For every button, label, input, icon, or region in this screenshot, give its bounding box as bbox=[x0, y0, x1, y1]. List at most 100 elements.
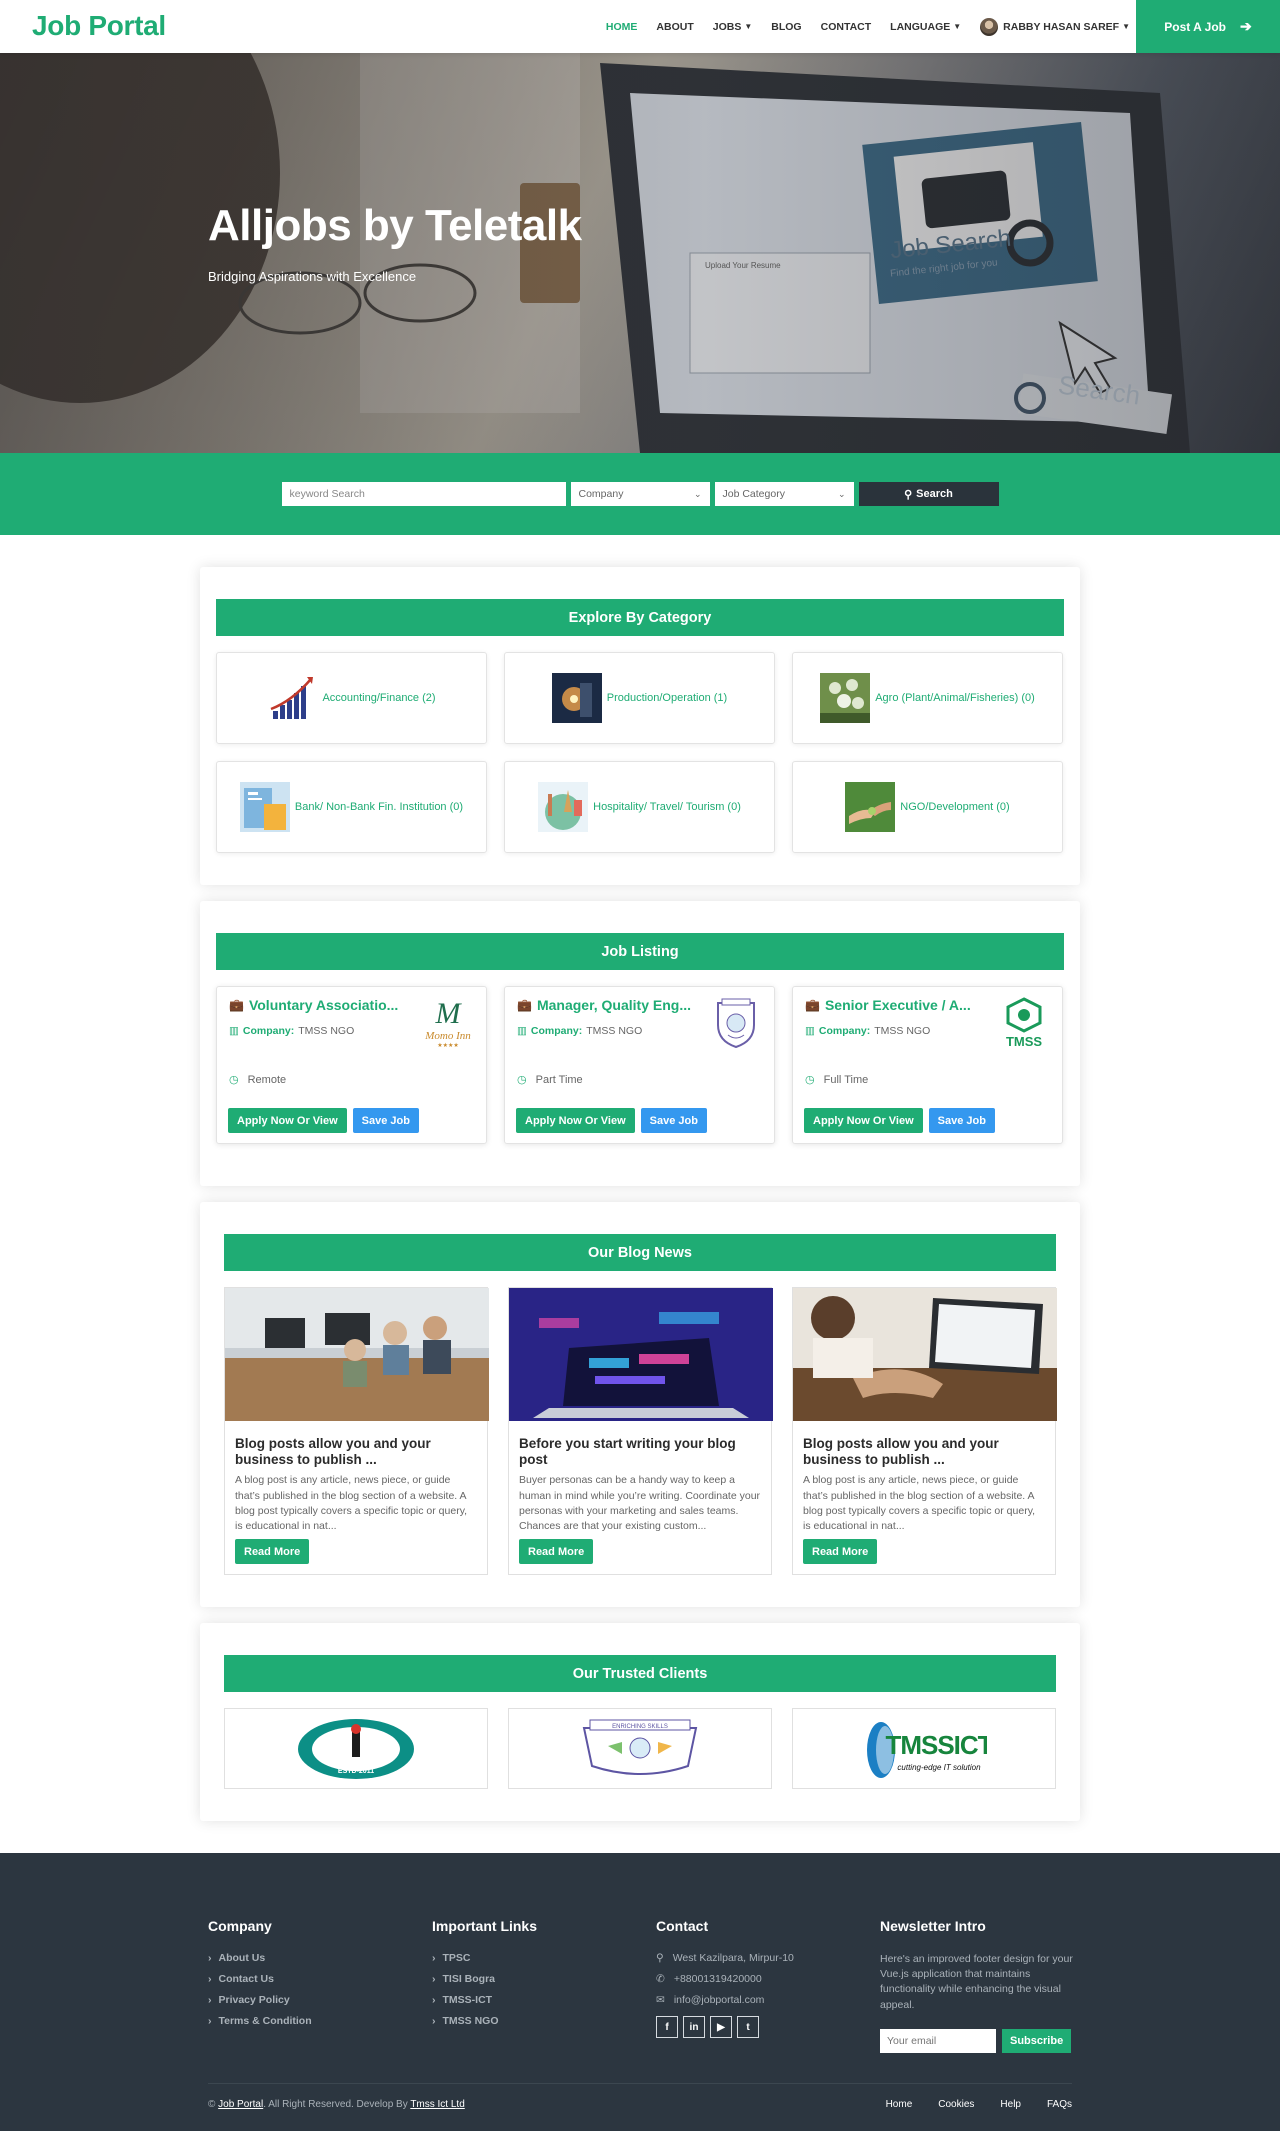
user-menu[interactable]: RABBY HASAN SAREF ▼ bbox=[980, 17, 1130, 36]
blog-heading: Our Blog News bbox=[224, 1234, 1056, 1271]
footer-divider bbox=[208, 2083, 1072, 2084]
skills-institute-logo: ENRICHING SKILLS bbox=[582, 1719, 698, 1775]
category-label: Bank/ Non-Bank Fin. Institution (0) bbox=[294, 801, 464, 813]
phone-text: +88001319420000 bbox=[673, 1973, 762, 1985]
footer-link-terms[interactable]: › Terms & Condition bbox=[208, 2015, 312, 2027]
blog-title: Blog posts allow you and your business t… bbox=[235, 1436, 431, 1468]
newsletter-text: Here's an improved footer design for you… bbox=[880, 1953, 1073, 2011]
footer-link-about[interactable]: › About Us bbox=[208, 1952, 312, 1964]
copyright-text: . All Right Reserved. Develop By bbox=[263, 2099, 408, 2110]
clock-icon: ◷ bbox=[805, 1074, 815, 1086]
post-job-button[interactable]: Post A Job ➔ bbox=[1136, 0, 1280, 53]
nav-language-dropdown[interactable]: LANGUAGE ▼ bbox=[890, 21, 961, 33]
job-category-select-value: Job Category bbox=[722, 488, 785, 500]
newsletter-email-input[interactable] bbox=[880, 2028, 996, 2053]
apply-button[interactable]: Apply Now Or View bbox=[228, 1108, 347, 1133]
blog-excerpt: A blog post is any article, news piece, … bbox=[803, 1474, 1036, 1533]
search-button[interactable]: ⚲ Search bbox=[858, 482, 999, 506]
category-label: Production/Operation (1) bbox=[606, 692, 728, 704]
email-text: info@jobportal.com bbox=[673, 1994, 765, 2006]
footer-phone: ✆ +88001319420000 bbox=[656, 1973, 794, 1985]
nav-about[interactable]: ABOUT bbox=[656, 21, 693, 33]
blog-section: Our Blog News Blog posts allow you and y… bbox=[200, 1202, 1080, 1607]
company-select[interactable]: Company ⌄ bbox=[570, 482, 710, 506]
category-card[interactable]: Agro (Plant/Animal/Fisheries) (0) bbox=[792, 652, 1063, 744]
company-label: Company: bbox=[530, 1025, 583, 1037]
svg-text:Momo Inn: Momo Inn bbox=[424, 1030, 471, 1042]
category-card[interactable]: Bank/ Non-Bank Fin. Institution (0) bbox=[216, 761, 487, 853]
client-logo-card: TMSSICT cutting-edge IT solution bbox=[792, 1708, 1056, 1789]
category-heading: Explore By Category bbox=[216, 599, 1064, 636]
footer-link-tmss-ict[interactable]: › TMSS-ICT bbox=[432, 1994, 537, 2006]
apply-button[interactable]: Apply Now Or View bbox=[804, 1108, 923, 1133]
category-label: Accounting/Finance (2) bbox=[322, 692, 436, 704]
nav-home[interactable]: HOME bbox=[606, 21, 638, 33]
client-logo-text: TMSSICT bbox=[885, 1730, 987, 1760]
category-card[interactable]: Accounting/Finance (2) bbox=[216, 652, 487, 744]
subscribe-button[interactable]: Subscribe bbox=[1002, 2028, 1072, 2053]
footer-link-contact[interactable]: › Contact Us bbox=[208, 1973, 312, 1985]
chevron-right-icon: › bbox=[208, 1973, 212, 1985]
chevron-right-icon: › bbox=[432, 2015, 436, 2027]
newsletter-form: Subscribe bbox=[880, 2028, 1080, 2053]
clients-section: Our Trusted Clients ESTD-2011 ENRICHING … bbox=[200, 1623, 1080, 1821]
blog-image-typing bbox=[793, 1288, 1057, 1421]
briefcase-icon: 💼 bbox=[805, 998, 820, 1012]
footer-link-tisi[interactable]: › TISI Bogra bbox=[432, 1973, 537, 1985]
nav-menu: HOME ABOUT JOBS ▼ BLOG CONTACT LANGUAGE ▼ … bbox=[606, 0, 1130, 53]
job-title: Senior Executive / A... bbox=[824, 997, 971, 1013]
keyword-search-input[interactable] bbox=[281, 482, 566, 506]
job-type: ◷ Full Time bbox=[805, 1073, 869, 1087]
chevron-down-icon: ▼ bbox=[953, 21, 962, 31]
nav-contact[interactable]: CONTACT bbox=[821, 21, 872, 33]
institute-crest-logo bbox=[717, 998, 755, 1049]
twitter-icon[interactable]: t bbox=[737, 2016, 759, 2038]
copyright-brand-link[interactable]: Job Portal bbox=[218, 2099, 263, 2110]
read-more-button[interactable]: Read More bbox=[803, 1539, 878, 1564]
footer-link-tmss-ngo[interactable]: › TMSS NGO bbox=[432, 2015, 537, 2027]
job-type: ◷ Remote bbox=[229, 1073, 286, 1087]
blog-excerpt: Buyer personas can be a handy way to kee… bbox=[519, 1474, 761, 1533]
footer-bottom-faqs[interactable]: FAQs bbox=[1047, 2099, 1072, 2110]
category-card[interactable]: Production/Operation (1) bbox=[504, 652, 775, 744]
building-icon: ▥ bbox=[517, 1025, 527, 1037]
job-type-label: Full Time bbox=[823, 1073, 869, 1086]
chevron-right-icon: › bbox=[208, 1952, 212, 1964]
footer-bottom-help[interactable]: Help bbox=[1000, 2099, 1021, 2110]
category-label: NGO/Development (0) bbox=[900, 801, 1010, 813]
read-more-button[interactable]: Read More bbox=[519, 1539, 594, 1564]
category-card[interactable]: Hospitality/ Travel/ Tourism (0) bbox=[504, 761, 775, 853]
nav-blog[interactable]: BLOG bbox=[771, 21, 801, 33]
finance-chart-icon bbox=[267, 673, 318, 723]
apply-button[interactable]: Apply Now Or View bbox=[516, 1108, 635, 1133]
save-job-button[interactable]: Save Job bbox=[928, 1108, 995, 1133]
job-title: Voluntary Associatio... bbox=[248, 997, 399, 1013]
youtube-icon[interactable]: ▶ bbox=[710, 2016, 732, 2038]
developer-link[interactable]: Tmss Ict Ltd bbox=[410, 2099, 464, 2110]
copyright: © Job Portal. All Right Reserved. Develo… bbox=[208, 2099, 465, 2110]
footer-important-heading: Important Links bbox=[432, 1918, 538, 1934]
company-name: TMSS NGO bbox=[586, 1025, 643, 1037]
category-card[interactable]: NGO/Development (0) bbox=[792, 761, 1063, 853]
footer-bottom-home[interactable]: Home bbox=[886, 2099, 913, 2110]
footer-bottom-cookies[interactable]: Cookies bbox=[938, 2099, 974, 2110]
phone-icon: ✆ bbox=[656, 1973, 665, 1985]
save-job-button[interactable]: Save Job bbox=[640, 1108, 707, 1133]
chevron-down-icon: ▼ bbox=[1122, 21, 1130, 31]
footer-company-column: Company › About Us › Contact Us › Privacy P… bbox=[208, 1918, 312, 2036]
blog-excerpt: A blog post is any article, news piece, … bbox=[235, 1474, 468, 1533]
job-actions: Apply Now Or View Save Job bbox=[516, 1108, 707, 1133]
read-more-button[interactable]: Read More bbox=[235, 1539, 310, 1564]
footer-address: ⚲ West Kazilpara, Mirpur-10 bbox=[656, 1952, 794, 1964]
nav-jobs-dropdown[interactable]: JOBS ▼ bbox=[713, 21, 753, 33]
nav-language-label: LANGUAGE bbox=[890, 20, 951, 33]
job-category-select[interactable]: Job Category ⌄ bbox=[714, 482, 854, 506]
facebook-icon[interactable]: f bbox=[656, 2016, 678, 2038]
save-job-button[interactable]: Save Job bbox=[352, 1108, 419, 1133]
hero-title: Alljobs by Teletalk bbox=[208, 201, 582, 250]
brand-logo[interactable]: Job Portal bbox=[32, 10, 166, 42]
linkedin-icon[interactable]: in bbox=[683, 2016, 705, 2038]
footer-link-privacy[interactable]: › Privacy Policy bbox=[208, 1994, 312, 2006]
category-label: Hospitality/ Travel/ Tourism (0) bbox=[593, 801, 741, 813]
footer-link-tpsc[interactable]: › TPSC bbox=[432, 1952, 537, 1964]
